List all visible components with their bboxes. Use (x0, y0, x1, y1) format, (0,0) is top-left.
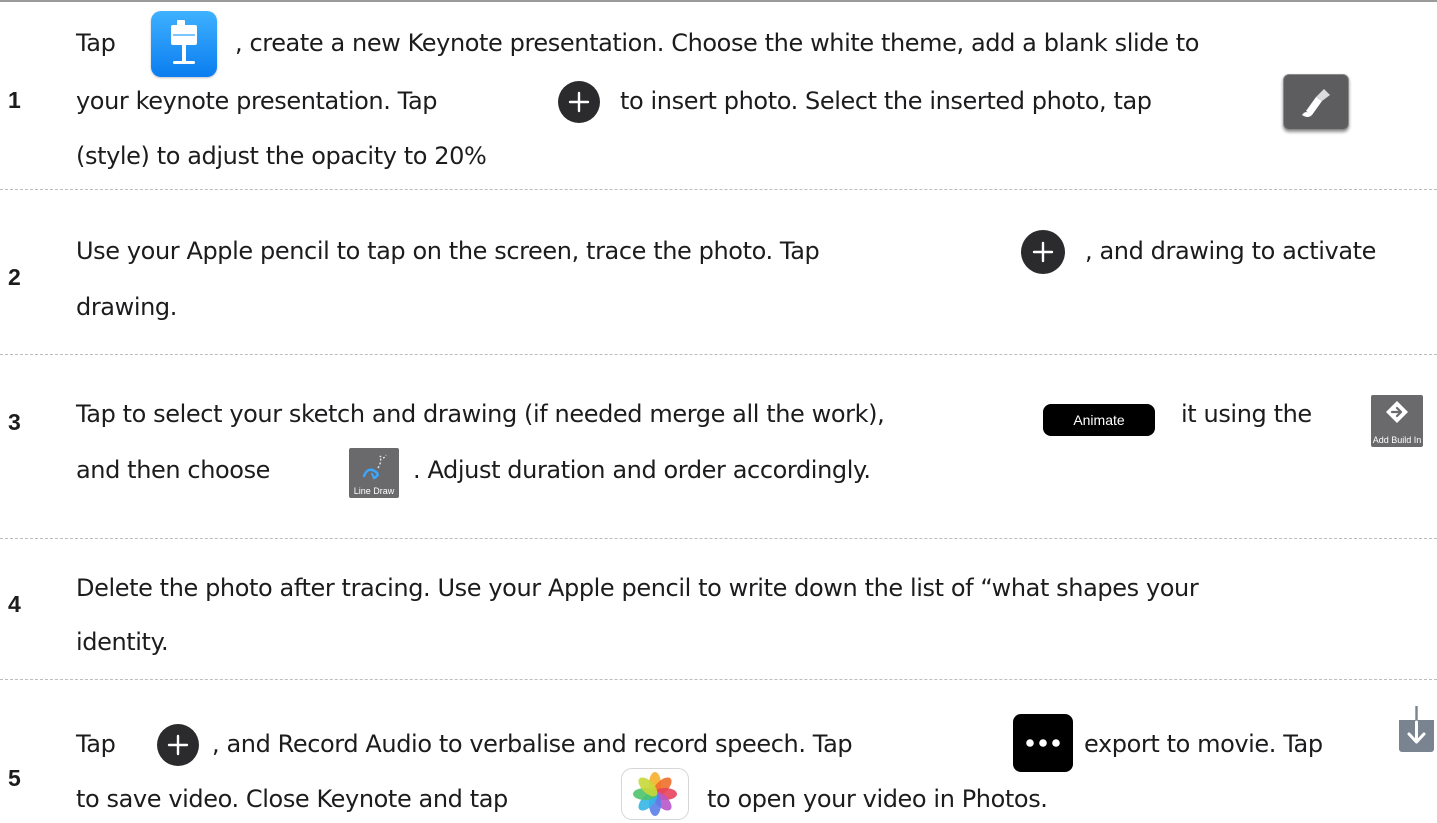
step-number: 5 (8, 765, 21, 791)
plus-circle-icon[interactable] (157, 724, 199, 766)
step-5-line-1c: export to movie. Tap (1084, 730, 1323, 758)
line-draw-icon (362, 454, 387, 480)
step-2-line-2: drawing. (76, 293, 177, 321)
paintbrush-icon[interactable] (1283, 74, 1349, 130)
step-3-line-2b: . Adjust duration and order accordingly. (413, 456, 871, 484)
step-1-line-1a: Tap (76, 29, 116, 57)
line-draw-button[interactable]: Line Draw (349, 448, 399, 498)
ellipsis-icon[interactable] (1013, 714, 1073, 772)
step-5-line-1a: Tap (76, 730, 116, 758)
step-4-line-1: Delete the photo after tracing. Use your… (76, 574, 1199, 602)
step-3-line-1b: it using the (1181, 400, 1312, 428)
diamond-arrow-icon (1386, 401, 1408, 423)
add-build-in-button[interactable]: Add Build In (1371, 395, 1423, 447)
divider (0, 354, 1437, 355)
step-5-line-1b: , and Record Audio to verbalise and reco… (212, 730, 853, 758)
step-1-line-3: (style) to adjust the opacity to 20% (76, 142, 487, 170)
add-build-in-label: Add Build In (1372, 435, 1422, 445)
step-number: 3 (8, 409, 21, 435)
divider (0, 679, 1437, 680)
plus-circle-icon[interactable] (1021, 230, 1065, 274)
step-2-line-1b: , and drawing to activate (1085, 237, 1377, 265)
download-arrow-icon[interactable] (1399, 706, 1434, 752)
step-3-line-1a: Tap to select your sketch and drawing (i… (76, 400, 885, 428)
divider (0, 538, 1437, 539)
animate-button[interactable]: Animate (1043, 404, 1155, 436)
step-4-line-2: identity. (76, 628, 169, 656)
divider (0, 189, 1437, 190)
step-number: 4 (8, 591, 21, 617)
step-number: 2 (8, 264, 21, 290)
step-2-line-1a: Use your Apple pencil to tap on the scre… (76, 237, 820, 265)
step-1-line-2b: to insert photo. Select the inserted pho… (620, 87, 1152, 115)
step-1-line-1b: , create a new Keynote presentation. Cho… (235, 29, 1200, 57)
keynote-app-icon[interactable] (151, 11, 217, 77)
step-number: 1 (8, 87, 21, 113)
plus-circle-icon[interactable] (558, 81, 600, 123)
top-border (0, 0, 1437, 2)
step-5-line-2b: to open your video in Photos. (707, 785, 1048, 813)
line-draw-label: Line Draw (353, 486, 395, 496)
step-1-line-2a: your keynote presentation. Tap (76, 87, 438, 115)
step-3-line-2a: and then choose (76, 456, 271, 484)
step-5-line-2a: to save video. Close Keynote and tap (76, 785, 508, 813)
photos-app-icon[interactable] (621, 768, 689, 820)
